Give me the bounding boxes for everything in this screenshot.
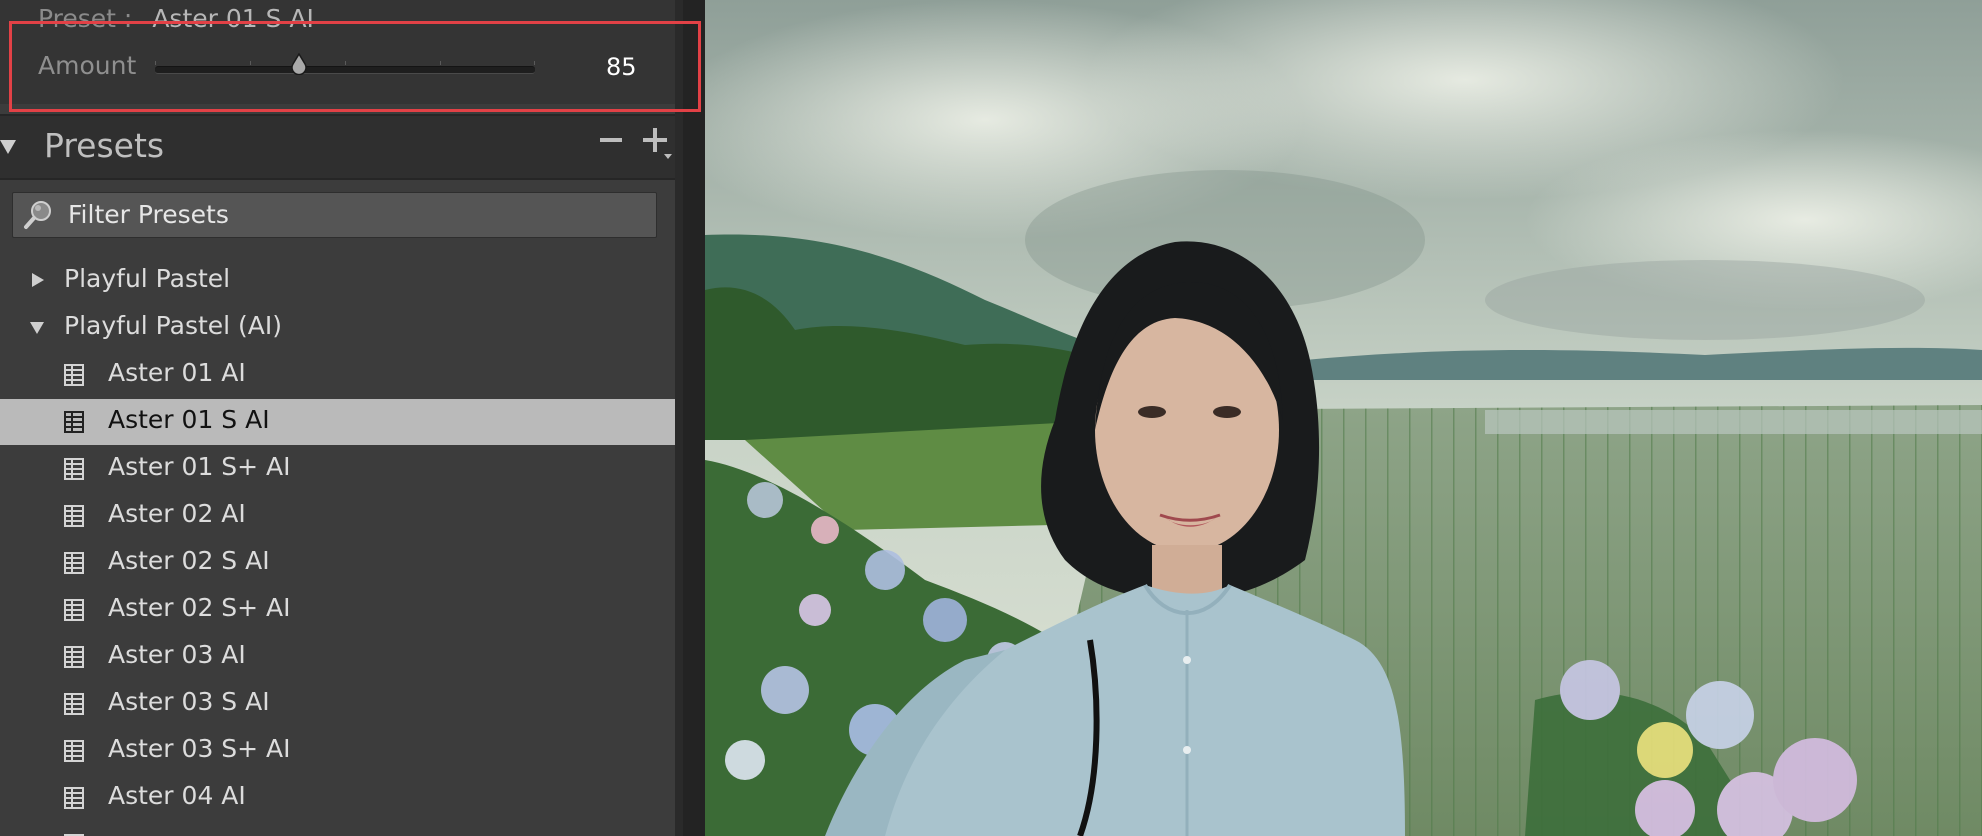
photo-preview [705,0,1982,836]
selfie-photo [705,0,1982,836]
preset-label: Preset : [38,4,133,33]
amount-value[interactable]: 85 [606,53,637,81]
add-preset-icon[interactable] [643,128,667,152]
preset-item[interactable]: Aster 01 AI [0,352,675,398]
preset-file-icon [64,552,84,574]
panel-divider[interactable] [683,0,705,836]
preset-group-label: Playful Pastel [64,264,231,293]
preset-item[interactable]: Aster 03 S AI [0,681,675,727]
preset-item[interactable]: Aster 01 S+ AI [0,446,675,492]
preset-group[interactable]: Playful Pastel (AI) [0,305,675,351]
collapse-triangle-icon[interactable] [0,140,16,154]
preset-file-icon [64,646,84,668]
panel-scrollbar[interactable] [675,0,683,836]
preset-item[interactable]: Aster 03 S+ AI [0,728,675,774]
filter-placeholder: Filter Presets [68,200,229,229]
search-icon [24,201,51,229]
preset-item-label: Aster 03 S+ AI [108,734,291,763]
amount-label: Amount [38,51,137,80]
preset-info: Preset : Aster 01 S AI [38,4,314,33]
preset-file-icon [64,740,84,762]
preset-file-icon [64,693,84,715]
add-preset-dropdown-icon[interactable] [664,154,672,159]
preset-item-selected[interactable]: Aster 01 S AI [0,399,675,445]
develop-left-panel: Preset : Aster 01 S AI Amount 85 Presets … [0,0,683,836]
preset-item[interactable]: Aster 04 AI [0,775,675,821]
preset-file-icon [64,787,84,809]
preset-name-value: Aster 01 S AI [152,4,314,33]
preset-item-label: Aster 02 AI [108,499,246,528]
preset-item[interactable]: Aster 02 S+ AI [0,587,675,633]
preset-item-label: Aster 02 S AI [108,546,270,575]
preset-item-label: Aster 01 S+ AI [108,452,291,481]
amount-slider[interactable] [155,53,535,75]
preset-item-label: Aster 01 S AI [108,405,270,434]
collapsed-triangle-icon[interactable] [32,273,44,287]
preset-item[interactable]: Aster 02 AI [0,493,675,539]
preset-item[interactable]: Aster 02 S AI [0,540,675,586]
expanded-triangle-icon[interactable] [30,322,44,334]
preset-item-label: Aster 01 AI [108,358,246,387]
preset-item-label: Aster 03 AI [108,640,246,669]
preset-file-icon [64,458,84,480]
preset-file-icon [64,505,84,527]
preset-item[interactable]: Aster 03 AI [0,634,675,680]
preset-item-label: Aster 04 AI [108,781,246,810]
preset-file-icon [64,599,84,621]
remove-preset-icon[interactable] [600,138,622,142]
presets-header[interactable]: Presets [0,114,675,180]
filter-presets-input[interactable]: Filter Presets [12,192,657,238]
preset-item-label: Aster 02 S+ AI [108,593,291,622]
preset-group[interactable]: Playful Pastel [0,258,675,304]
preset-item[interactable] [0,822,675,836]
preset-file-icon [64,364,84,386]
presets-title: Presets [44,126,165,165]
preset-group-label: Playful Pastel (AI) [64,311,283,340]
preset-file-icon [64,411,84,433]
preset-item-label: Aster 03 S AI [108,687,270,716]
preset-amount-panel: Preset : Aster 01 S AI Amount 85 [0,0,675,104]
amount-slider-thumb[interactable] [290,53,308,75]
